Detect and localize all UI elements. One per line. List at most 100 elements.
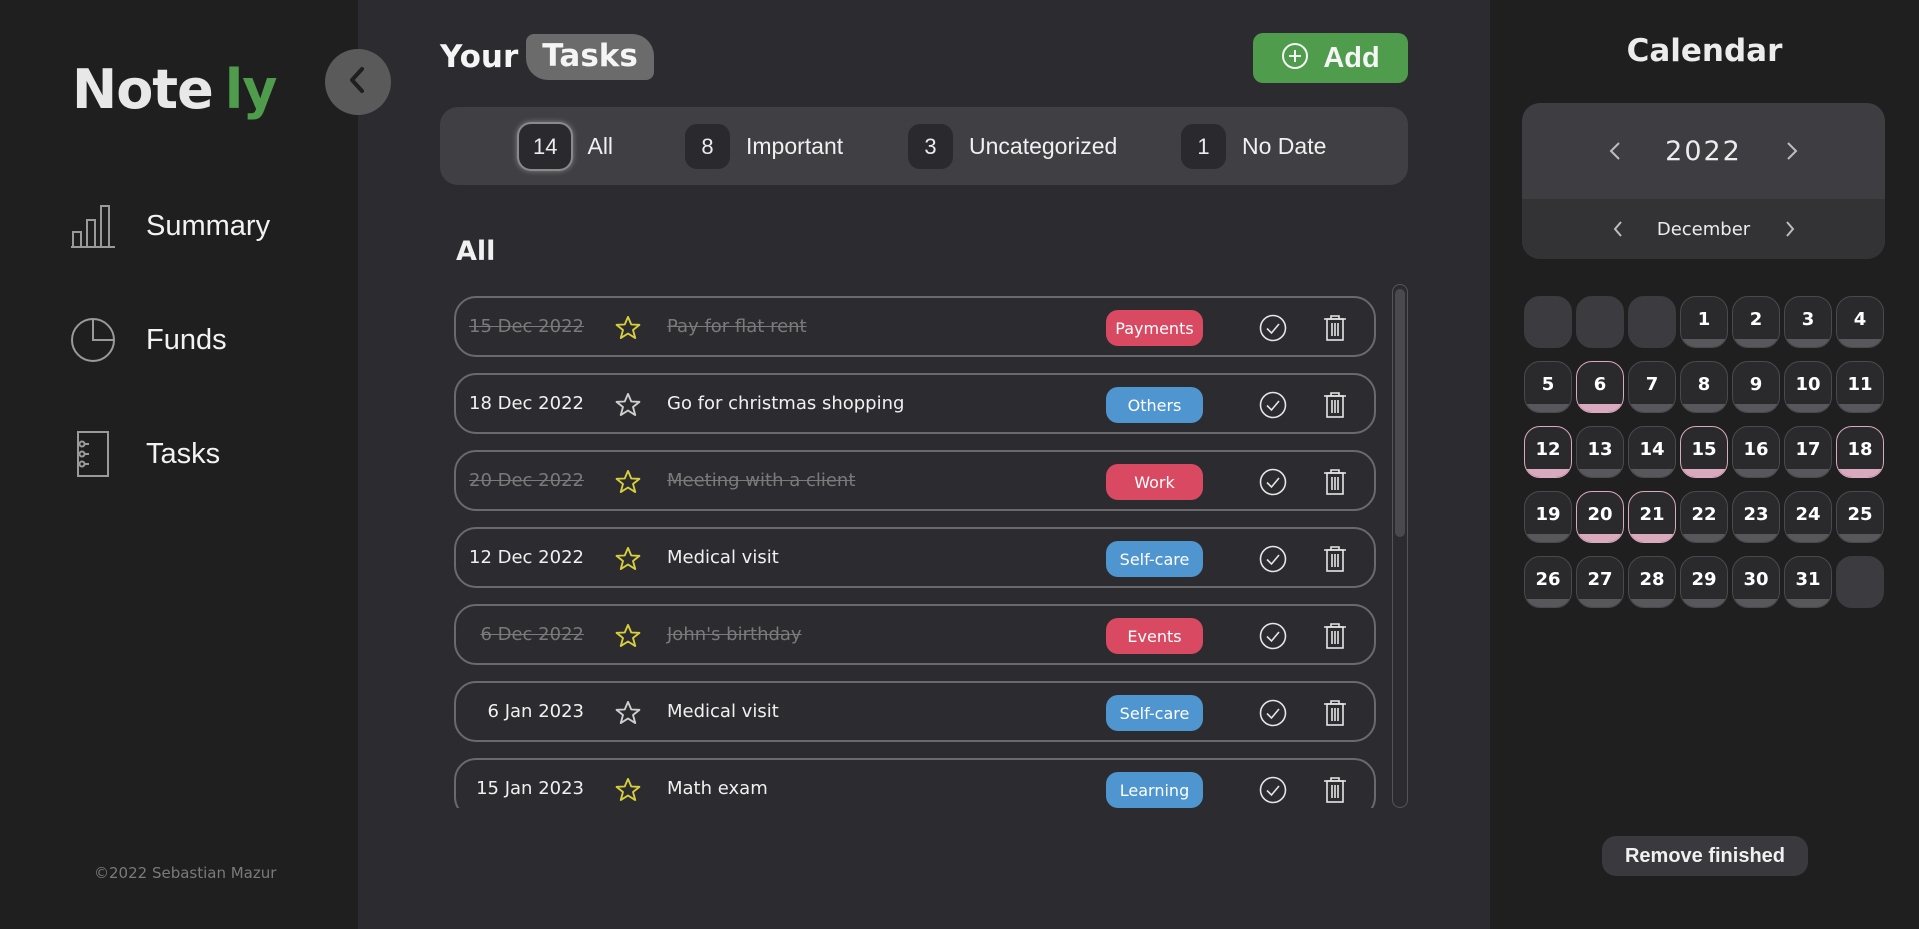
calendar-day-number: 25	[1847, 504, 1873, 525]
star-icon[interactable]	[614, 622, 642, 654]
filter-count: 14	[519, 124, 572, 169]
check-circle-icon[interactable]	[1259, 314, 1287, 346]
calendar-day[interactable]: 14	[1628, 426, 1676, 478]
task-tag[interactable]: Work	[1106, 464, 1203, 500]
check-circle-icon[interactable]	[1259, 468, 1287, 500]
star-icon[interactable]	[614, 391, 642, 423]
filter-uncategorized[interactable]: 3 Uncategorized	[908, 124, 1117, 169]
calendar-day[interactable]: 24	[1784, 491, 1832, 543]
calendar-day[interactable]: 29	[1680, 556, 1728, 608]
calendar-day[interactable]: 17	[1784, 426, 1832, 478]
trash-icon[interactable]	[1322, 776, 1348, 808]
check-circle-icon[interactable]	[1259, 699, 1287, 731]
star-icon[interactable]	[614, 776, 642, 808]
filter-all[interactable]: 14 All	[519, 124, 613, 169]
star-icon[interactable]	[614, 468, 642, 500]
calendar-day-number: 23	[1743, 504, 1769, 525]
calendar-day[interactable]: 13	[1576, 426, 1624, 478]
trash-icon[interactable]	[1322, 545, 1348, 577]
calendar-day[interactable]: 12	[1524, 426, 1572, 478]
calendar-day[interactable]: 9	[1732, 361, 1780, 413]
collapse-sidebar-button[interactable]	[325, 49, 391, 115]
task-row[interactable]: 15 Jan 2023 Math exam Learning	[454, 758, 1376, 808]
calendar-day[interactable]: 3	[1784, 296, 1832, 348]
task-tag[interactable]: Self-care	[1106, 695, 1203, 731]
scrollbar-thumb[interactable]	[1395, 289, 1405, 537]
trash-icon[interactable]	[1322, 622, 1348, 654]
calendar-day[interactable]: 16	[1732, 426, 1780, 478]
calendar-day[interactable]: 20	[1576, 491, 1624, 543]
sidebar-item-tasks[interactable]: Tasks	[68, 429, 220, 479]
page-title: Your Tasks	[440, 34, 654, 80]
filter-no-date[interactable]: 1 No Date	[1181, 124, 1326, 169]
calendar-day[interactable]: 30	[1732, 556, 1780, 608]
sidebar-item-summary[interactable]: Summary	[68, 201, 270, 251]
calendar-day-number: 13	[1587, 439, 1613, 460]
task-row[interactable]: 20 Dec 2022 Meeting with a client Work	[454, 450, 1376, 511]
star-icon[interactable]	[614, 314, 642, 346]
bar-chart-icon	[68, 201, 118, 251]
task-row[interactable]: 6 Jan 2023 Medical visit Self-care	[454, 681, 1376, 742]
calendar-day[interactable]: 11	[1836, 361, 1884, 413]
calendar-day[interactable]: 28	[1628, 556, 1676, 608]
task-row[interactable]: 12 Dec 2022 Medical visit Self-care	[454, 527, 1376, 588]
task-tag[interactable]: Others	[1106, 387, 1203, 423]
calendar-day[interactable]: 25	[1836, 491, 1884, 543]
prev-year-button[interactable]	[1609, 141, 1621, 161]
remove-finished-button[interactable]: Remove finished	[1602, 836, 1808, 876]
star-icon[interactable]	[614, 545, 642, 577]
scrollbar[interactable]	[1392, 284, 1408, 808]
calendar-day[interactable]: 5	[1524, 361, 1572, 413]
task-date: 20 Dec 2022	[469, 470, 584, 491]
task-row[interactable]: 6 Dec 2022 John's birthday Events	[454, 604, 1376, 665]
add-task-button[interactable]: Add	[1253, 33, 1408, 83]
task-tag[interactable]: Events	[1106, 618, 1203, 654]
task-tag[interactable]: Payments	[1106, 310, 1203, 346]
calendar-day[interactable]: 26	[1524, 556, 1572, 608]
task-tag[interactable]: Self-care	[1106, 541, 1203, 577]
calendar-day[interactable]: 21	[1628, 491, 1676, 543]
filter-important[interactable]: 8 Important	[685, 124, 843, 169]
calendar-day[interactable]: 2	[1732, 296, 1780, 348]
task-row[interactable]: 15 Dec 2022 Pay for flat rent Payments	[454, 296, 1376, 357]
task-date: 6 Jan 2023	[487, 701, 584, 722]
star-icon[interactable]	[614, 699, 642, 731]
calendar-day[interactable]: 27	[1576, 556, 1624, 608]
calendar-day[interactable]: 22	[1680, 491, 1728, 543]
trash-icon[interactable]	[1322, 314, 1348, 346]
next-month-button[interactable]	[1784, 220, 1796, 238]
calendar-day-number: 30	[1743, 569, 1769, 590]
next-year-button[interactable]	[1786, 141, 1798, 161]
calendar-day[interactable]: 8	[1680, 361, 1728, 413]
app-logo[interactable]: Note ly	[72, 58, 277, 121]
calendar-day-number: 19	[1535, 504, 1561, 525]
calendar-day[interactable]: 7	[1628, 361, 1676, 413]
task-row[interactable]: 18 Dec 2022 Go for christmas shopping Othe…	[454, 373, 1376, 434]
check-circle-icon[interactable]	[1259, 776, 1287, 808]
trash-icon[interactable]	[1322, 391, 1348, 423]
sidebar-item-funds[interactable]: Funds	[68, 315, 227, 365]
calendar-day[interactable]: 4	[1836, 296, 1884, 348]
trash-icon[interactable]	[1322, 468, 1348, 500]
calendar-day[interactable]: 31	[1784, 556, 1832, 608]
calendar-day[interactable]: 6	[1576, 361, 1624, 413]
calendar-day-number: 24	[1795, 504, 1821, 525]
pie-chart-icon	[68, 315, 118, 365]
calendar-day-number: 6	[1593, 374, 1607, 395]
calendar-day[interactable]: 10	[1784, 361, 1832, 413]
sidebar: Note ly Summary Funds Tasks ©2022 Sebast…	[0, 0, 358, 929]
calendar-day[interactable]: 19	[1524, 491, 1572, 543]
calendar-day[interactable]: 1	[1680, 296, 1728, 348]
check-circle-icon[interactable]	[1259, 545, 1287, 577]
calendar-day[interactable]: 15	[1680, 426, 1728, 478]
calendar-day-number: 4	[1853, 309, 1867, 330]
calendar-day[interactable]: 23	[1732, 491, 1780, 543]
check-circle-icon[interactable]	[1259, 391, 1287, 423]
copyright-footer: ©2022 Sebastian Mazur	[94, 864, 277, 882]
calendar-day-number: 20	[1587, 504, 1613, 525]
calendar-day[interactable]: 18	[1836, 426, 1884, 478]
task-tag[interactable]: Learning	[1106, 772, 1203, 808]
prev-month-button[interactable]	[1612, 220, 1624, 238]
check-circle-icon[interactable]	[1259, 622, 1287, 654]
trash-icon[interactable]	[1322, 699, 1348, 731]
